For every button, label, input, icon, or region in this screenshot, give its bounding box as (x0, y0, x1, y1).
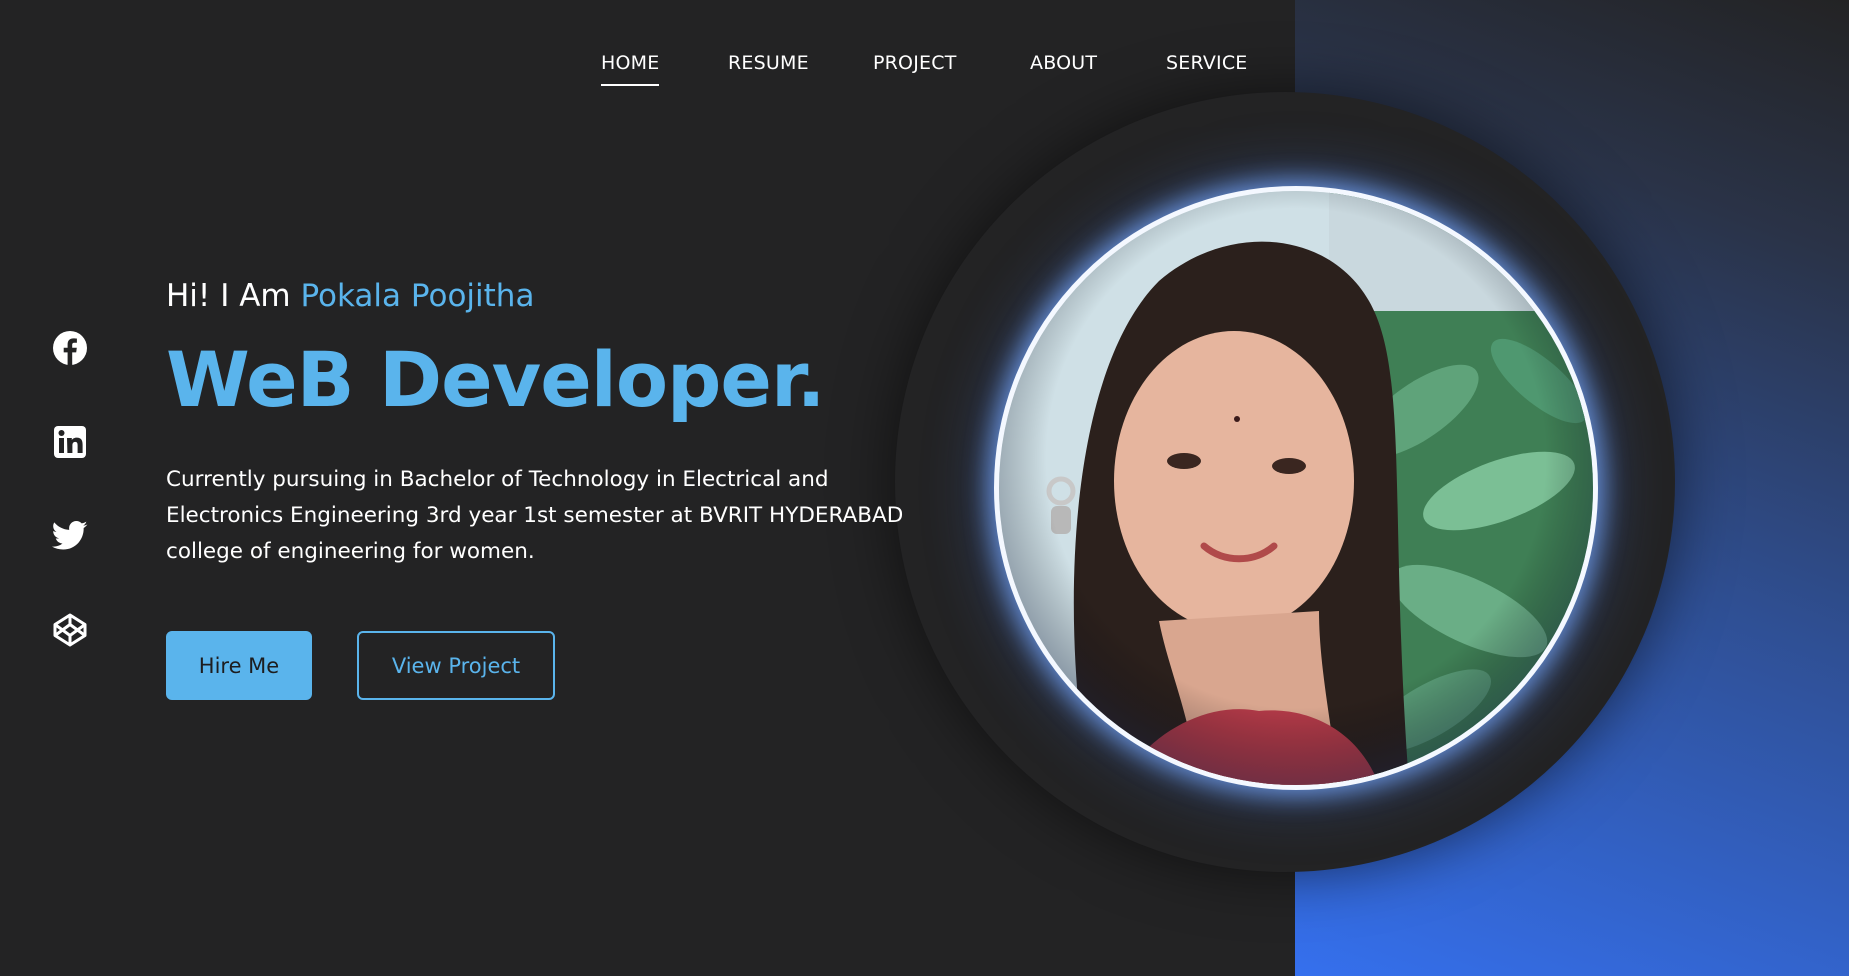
twitter-icon[interactable] (50, 516, 90, 556)
view-project-button[interactable]: View Project (357, 631, 555, 700)
greeting-prefix: Hi! I Am (166, 278, 301, 314)
portfolio-page: HOME RESUME PROJECT ABOUT SERVICE Hi! I … (0, 0, 1849, 976)
nav-about[interactable]: ABOUT (1030, 52, 1097, 74)
greeting: Hi! I Am Pokala Poojitha (166, 278, 534, 314)
bio-text: Currently pursuing in Bachelor of Techno… (166, 467, 904, 564)
linkedin-icon[interactable] (50, 422, 90, 462)
nav-resume[interactable]: RESUME (728, 52, 809, 74)
codepen-icon[interactable] (50, 610, 90, 650)
nav-service[interactable]: SERVICE (1166, 52, 1248, 74)
nav-home[interactable]: HOME (601, 52, 660, 86)
profile-photo (994, 186, 1598, 790)
person-name: Pokala Poojitha (300, 278, 535, 314)
headline: WeB Developer. (166, 335, 825, 424)
top-navigation: HOME RESUME PROJECT ABOUT SERVICE (0, 52, 1849, 92)
nav-project[interactable]: PROJECT (873, 52, 957, 74)
hire-me-button[interactable]: Hire Me (166, 631, 312, 700)
facebook-icon[interactable] (50, 328, 90, 368)
